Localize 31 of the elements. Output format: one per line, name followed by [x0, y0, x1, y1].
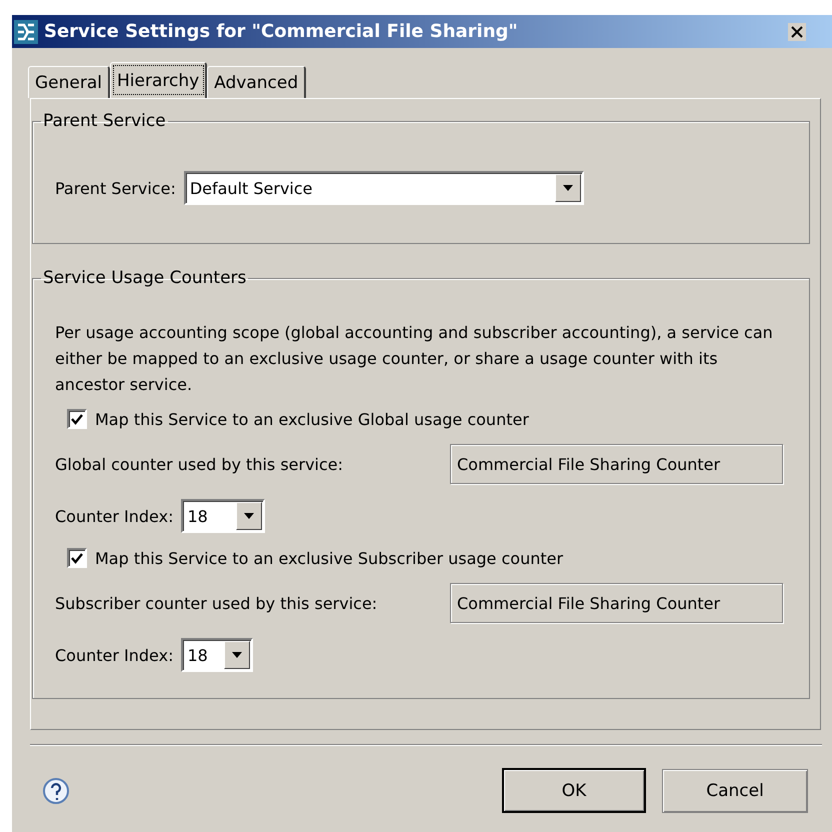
check-icon [71, 552, 83, 564]
tab[interactable]: Hierarchy [110, 62, 208, 98]
group-title: Service Usage Counters [42, 268, 248, 288]
field-label: Parent Service: [55, 178, 176, 198]
close-icon[interactable] [788, 22, 806, 40]
dropdown-arrow-icon [562, 185, 573, 191]
tab[interactable]: Advanced [207, 66, 306, 98]
checkbox[interactable] [67, 548, 87, 568]
dropdown-arrow-icon [232, 652, 242, 658]
dialog-button[interactable]: OK [502, 768, 646, 813]
checkbox[interactable] [67, 409, 87, 429]
read-only-field: Commercial File Sharing Counter [450, 444, 783, 484]
dropdown[interactable]: Default Service [184, 171, 584, 205]
tab[interactable]: General [28, 66, 110, 98]
field-label: Subscriber counter used by this service: [55, 594, 378, 612]
dialog-button[interactable]: Cancel [662, 768, 808, 812]
dropdown[interactable]: 18 [181, 499, 266, 533]
checkbox-label: Map this Service to an exclusive Global usage counter [95, 410, 529, 428]
group-title: Parent Service [42, 111, 167, 131]
window-title: Service Settings for "Commercial File Sharing" [44, 21, 518, 42]
dropdown[interactable]: 18 [181, 638, 254, 672]
read-only-field: Commercial File Sharing Counter [450, 583, 783, 623]
field-label: Global counter used by this service: [55, 454, 344, 474]
dropdown-arrow-icon [244, 513, 254, 519]
checkbox-label: Map this Service to an exclusive Subscriber usage counter [95, 548, 564, 568]
description-text: Per usage accounting scope (global accounting and subscriber accounting), a service can either be mapped to an exclusive usage counter, or share a usage counter with its ancestor service. [55, 322, 774, 396]
app-logo-icon [14, 20, 38, 44]
field-label: Counter Index: [55, 646, 174, 664]
help-icon[interactable] [42, 776, 70, 804]
field-label: Counter Index: [55, 506, 174, 526]
check-icon [71, 414, 83, 424]
